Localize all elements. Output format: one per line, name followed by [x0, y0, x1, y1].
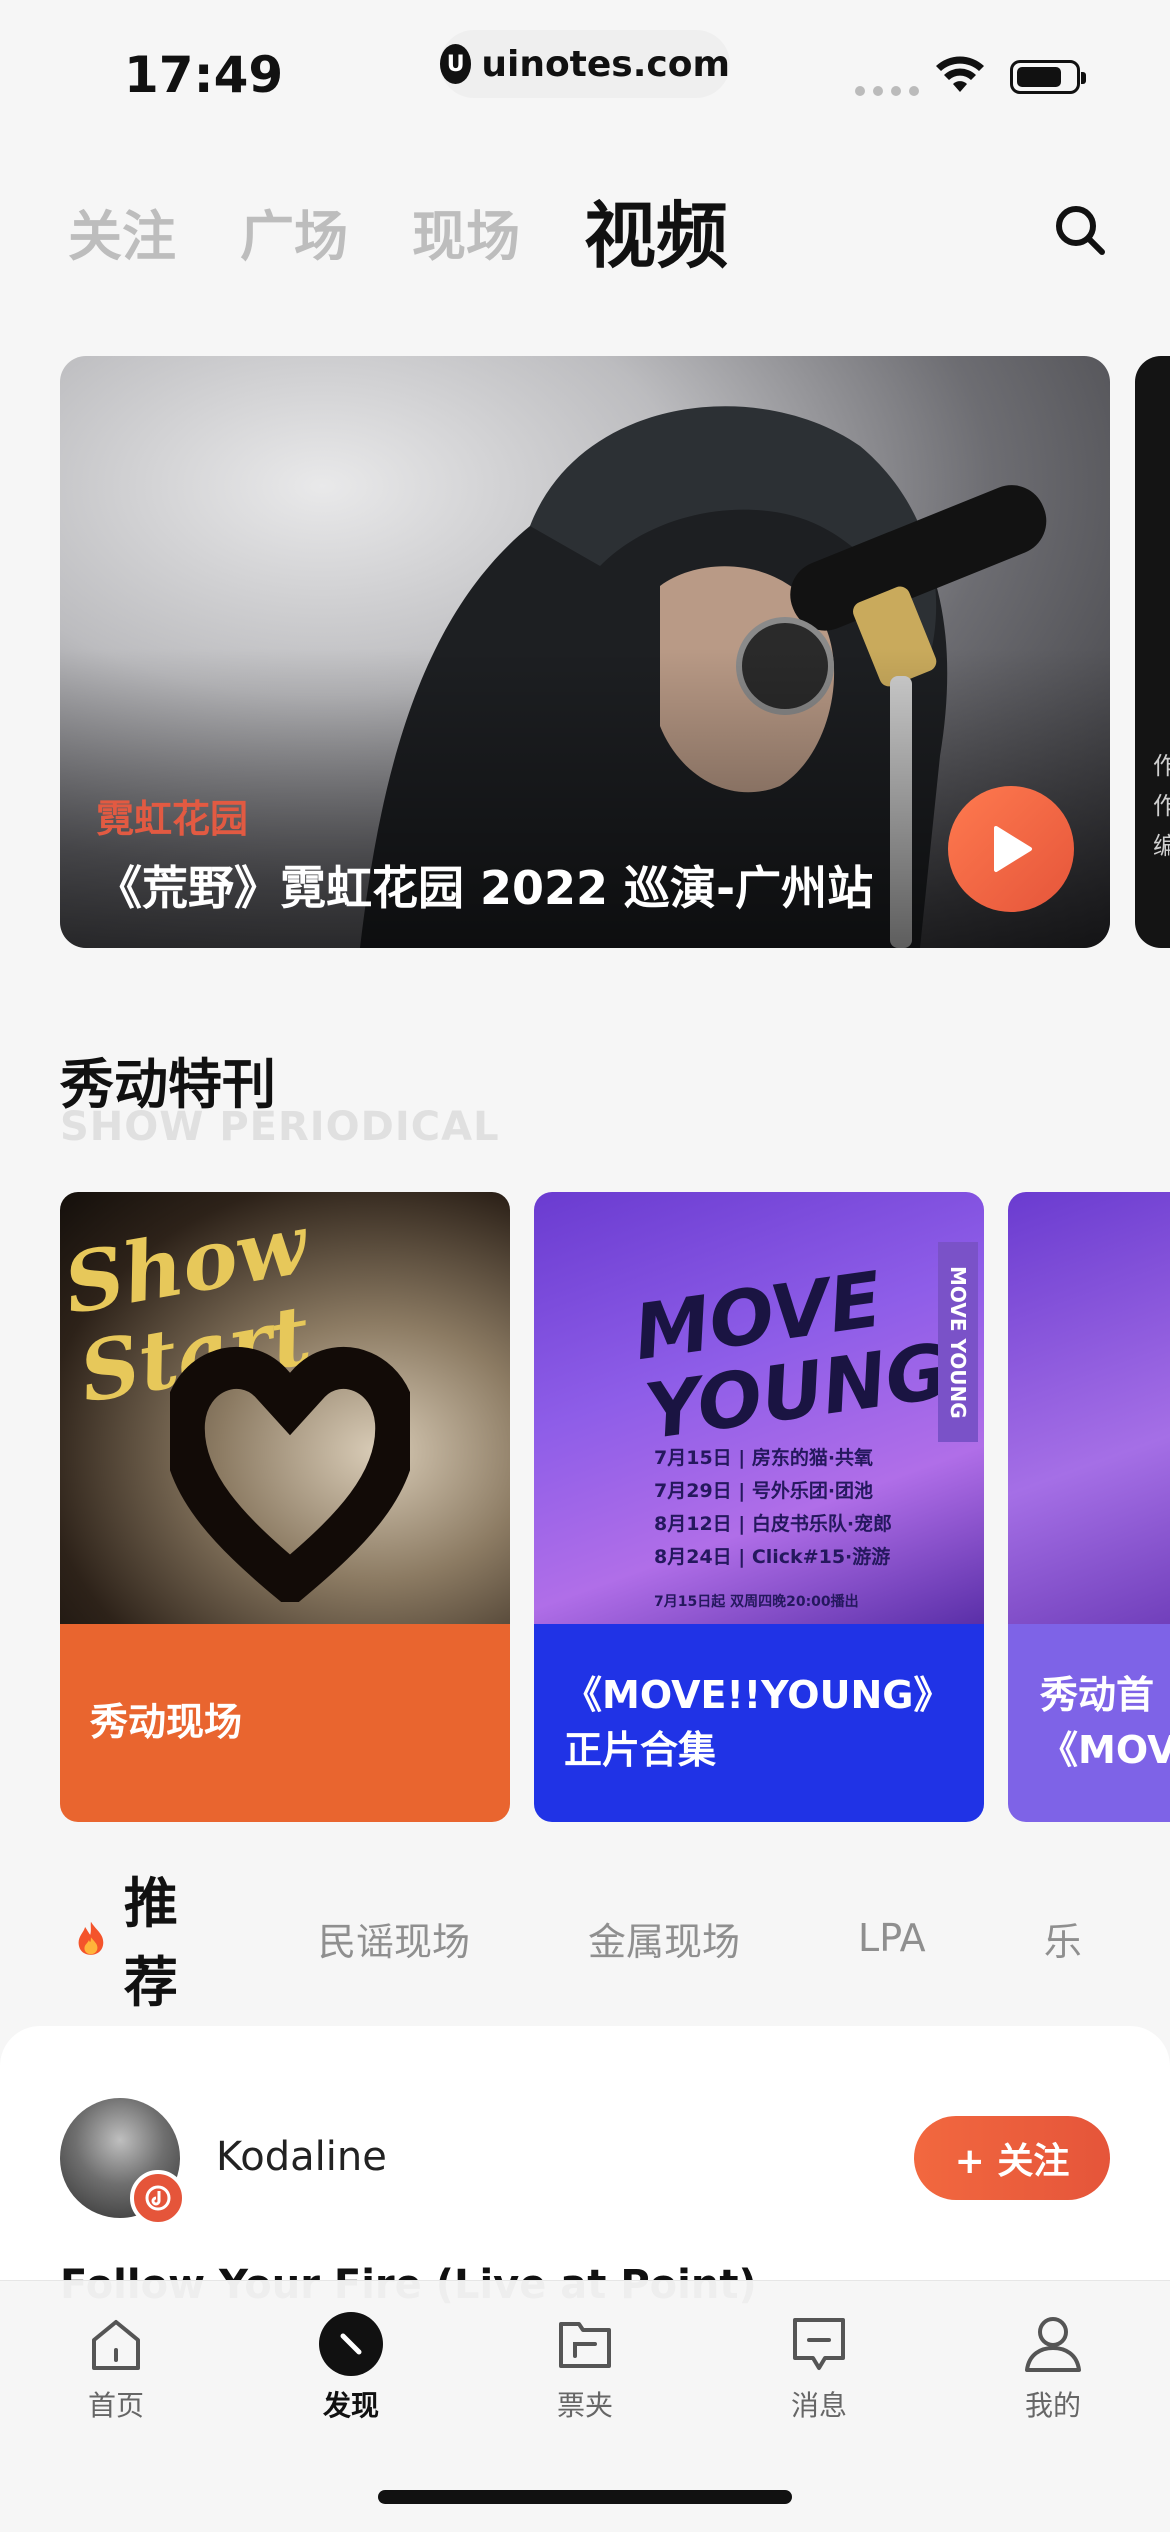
home-indicator [378, 2490, 792, 2504]
site-logo-icon: U [440, 44, 472, 84]
tab-follow[interactable]: 关注 [68, 210, 176, 280]
nav-label: 首页 [87, 2389, 144, 2422]
periodical-card-label: 《MOVE!!YOUNG》 正片合集 [534, 1624, 984, 1822]
status-time: 17:49 [124, 46, 284, 104]
label-line: 正片合集 [564, 1728, 717, 1772]
next-hero-card-peek[interactable]: 作 作 编 [1135, 356, 1170, 948]
recommend-tabs: 推荐 民谣现场 金属现场 LPA 乐 [76, 1872, 1170, 2014]
profile-icon [1025, 2317, 1081, 2372]
schedule-list: 7月15日 | 房东的猫·共氧 7月29日 | 号外乐团·团池 8月12日 | … [654, 1442, 892, 1619]
nav-label: 发现 [322, 2389, 379, 2422]
move-young-art-title: MOVE YOUNG [629, 1252, 954, 1456]
schedule-item: 7月29日 | 号外乐团·团池 [654, 1480, 874, 1502]
tab-video[interactable]: 视频 [584, 200, 728, 280]
play-icon [994, 826, 1032, 872]
schedule-item: 8月24日 | Click#15·游游 [654, 1546, 891, 1568]
nav-profile[interactable]: 我的 [983, 2310, 1123, 2424]
top-tabs: 关注 广场 现场 视频 [68, 180, 792, 280]
peek-line: 作 [1153, 752, 1170, 780]
discover-video-page: 17:49 U uinotes.com 关注 广场 现场 视频 霓虹花园 《荒野… [0, 0, 1170, 2532]
nav-messages[interactable]: 消息 [749, 2310, 889, 2424]
heart-hands-art [170, 1346, 410, 1602]
battery-icon [1010, 60, 1086, 94]
artist-name[interactable]: Kodaline [216, 2134, 387, 2180]
message-icon [793, 2318, 845, 2370]
hero-video-card[interactable]: 霓虹花园 《荒野》霓虹花园 2022 巡演-广州站 [60, 356, 1110, 948]
home-icon [92, 2320, 140, 2370]
section-subtitle: SHOW PERIODICAL [60, 1104, 500, 1150]
periodical-card-image [1008, 1192, 1170, 1624]
nav-discover[interactable]: 发现 [281, 2310, 421, 2424]
tab-live[interactable]: 现场 [412, 210, 520, 280]
schedule-footer: 7月15日起 双周四晚20:00播出 [654, 1594, 859, 1610]
schedule-item: 8月12日 | 白皮书乐队·宠郎 [654, 1513, 893, 1535]
periodical-card-label: 秀动现场 [60, 1624, 510, 1822]
label-line: 《MOVE!!YOUNG》 [564, 1672, 952, 1717]
follow-button[interactable]: + 关注 [914, 2116, 1110, 2200]
tab-folk-live[interactable]: 民谣现场 [318, 1911, 470, 1966]
tab-lpa[interactable]: LPA [858, 1916, 926, 1960]
nav-label: 我的 [1024, 2389, 1081, 2422]
nav-home[interactable]: 首页 [46, 2310, 186, 2424]
label-line: 《MOV [1040, 1728, 1170, 1772]
url-text: uinotes.com [481, 43, 730, 85]
periodical-card[interactable]: MOVE YOUNG MOVE YOUNG 7月15日 | 房东的猫·共氧 7月… [534, 1192, 984, 1822]
periodical-card[interactable]: Show Start 秀动现场 [60, 1192, 510, 1822]
hero-artist-tag[interactable]: 霓虹花园 [96, 788, 248, 843]
tab-band-partial[interactable]: 乐 [1044, 1911, 1082, 1966]
tab-recommend[interactable]: 推荐 [124, 1859, 194, 2017]
url-pill[interactable]: U uinotes.com [440, 30, 730, 98]
nav-label: 消息 [790, 2389, 847, 2422]
fire-icon [78, 1921, 104, 1955]
peek-line: 编 [1153, 832, 1170, 860]
compass-icon [319, 2312, 383, 2376]
wifi-icon [936, 56, 984, 92]
tab-metal-live[interactable]: 金属现场 [588, 1911, 740, 1966]
periodical-card-image: MOVE YOUNG MOVE YOUNG 7月15日 | 房东的猫·共氧 7月… [534, 1192, 984, 1624]
periodical-card-image: Show Start [60, 1192, 510, 1624]
cellular-signal-icon [855, 86, 919, 96]
status-bar: 17:49 U uinotes.com [0, 0, 1170, 140]
folder-icon [559, 2322, 611, 2368]
nav-tickets[interactable]: 票夹 [515, 2310, 655, 2424]
music-badge-icon [130, 2170, 186, 2226]
tab-square[interactable]: 广场 [240, 210, 348, 280]
move-young-vertical-text: MOVE YOUNG [938, 1242, 978, 1442]
nav-label: 票夹 [556, 2389, 613, 2422]
label-line: 秀动首 [1040, 1672, 1155, 1717]
hero-video-title[interactable]: 《荒野》霓虹花园 2022 巡演-广州站 [96, 852, 936, 918]
periodical-card[interactable]: 秀动首 《MOV [1008, 1192, 1170, 1822]
peek-line: 作 [1153, 792, 1170, 820]
play-button[interactable] [948, 786, 1074, 912]
schedule-item: 7月15日 | 房东的猫·共氧 [654, 1447, 874, 1469]
periodical-card-label: 秀动首 《MOV [1008, 1624, 1170, 1822]
search-icon[interactable] [1050, 200, 1110, 260]
